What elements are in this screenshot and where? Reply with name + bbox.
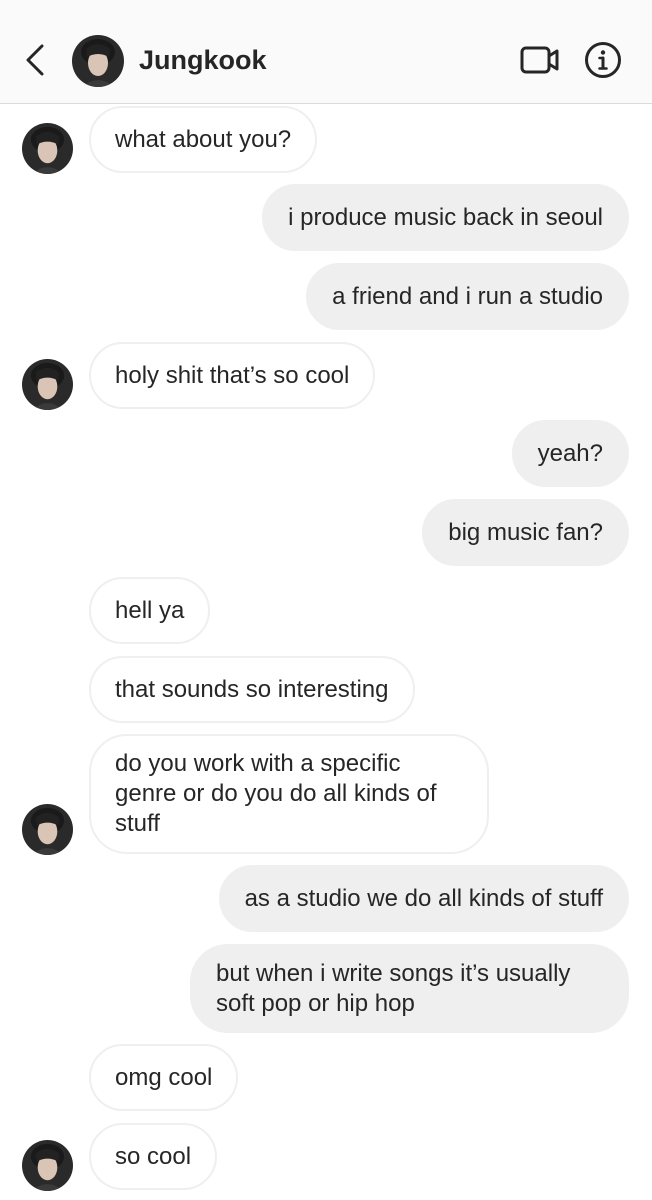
message-bubble-sent[interactable]: but when i write songs it’s usually soft… xyxy=(190,944,629,1033)
contact-name[interactable]: Jungkook xyxy=(139,44,267,76)
message-text: hell ya xyxy=(115,596,185,624)
message-text: i produce music back in seoul xyxy=(288,203,603,231)
message-bubble-received[interactable]: so cool xyxy=(89,1123,218,1190)
info-button[interactable] xyxy=(584,41,622,79)
info-icon xyxy=(585,42,621,78)
message-bubble-received[interactable]: holy shit that’s so cool xyxy=(89,342,376,409)
message-bubble-received[interactable]: what about you? xyxy=(89,106,318,173)
message-text: a friend and i run a studio xyxy=(332,282,603,310)
sender-avatar[interactable] xyxy=(22,804,73,855)
message-bubble-sent[interactable]: yeah? xyxy=(511,420,629,487)
sender-avatar[interactable] xyxy=(22,1140,73,1191)
contact-avatar[interactable] xyxy=(72,35,124,87)
back-button[interactable] xyxy=(20,40,48,80)
message-text: as a studio we do all kinds of stuff xyxy=(244,884,603,912)
chevron-left-icon xyxy=(26,44,44,76)
message-text: big music fan? xyxy=(448,518,603,546)
message-text: do you work with a specific genre or do … xyxy=(115,750,437,837)
message-bubble-received[interactable]: do you work with a specific genre or do … xyxy=(89,734,489,854)
sender-avatar[interactable] xyxy=(22,359,73,410)
message-bubble-sent[interactable]: i produce music back in seoul xyxy=(262,184,629,251)
message-bubble-sent[interactable]: as a studio we do all kinds of stuff xyxy=(218,865,629,932)
message-text: what about you? xyxy=(115,125,292,153)
message-text: yeah? xyxy=(537,439,603,467)
video-camera-icon xyxy=(520,46,559,74)
message-bubble-received[interactable]: that sounds so interesting xyxy=(89,656,415,723)
sender-avatar[interactable] xyxy=(22,123,73,174)
message-text: holy shit that’s so cool xyxy=(115,361,350,389)
message-text: so cool xyxy=(115,1142,192,1170)
message-text: but when i write songs it’s usually soft… xyxy=(216,959,571,1017)
video-call-button[interactable] xyxy=(519,42,561,78)
message-bubble-sent[interactable]: big music fan? xyxy=(422,499,629,566)
message-bubble-received[interactable]: omg cool xyxy=(89,1044,239,1111)
message-text: that sounds so interesting xyxy=(115,675,389,703)
chat-header: Jungkook xyxy=(0,0,652,104)
message-bubble-sent[interactable]: a friend and i run a studio xyxy=(306,263,629,330)
message-text: omg cool xyxy=(115,1063,213,1091)
message-bubble-received[interactable]: hell ya xyxy=(89,577,211,644)
